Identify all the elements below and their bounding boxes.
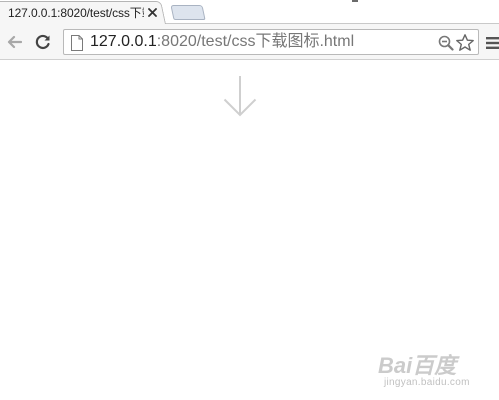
tab-active[interactable]: 127.0.0.1:8020/test/css下载图标.html (0, 1, 166, 24)
reload-button[interactable] (34, 33, 52, 51)
close-icon[interactable] (145, 6, 159, 20)
back-button[interactable] (5, 33, 23, 51)
hamburger-menu-icon[interactable] (486, 36, 499, 50)
toolbar: 127.0.0.1:8020/test/css下载图标.html (0, 24, 499, 60)
tab-strip: 127.0.0.1:8020/test/css下载图标.html (0, 0, 499, 24)
watermark-sub: jingyan.baidu.com (384, 377, 470, 388)
zoom-out-icon[interactable] (438, 35, 454, 51)
arrow-down-download-icon (223, 76, 257, 117)
url-path: :8020/test/css下载图标.html (156, 33, 355, 50)
page-icon (71, 35, 83, 51)
browser-window: 127.0.0.1:8020/test/css下载图标.html (0, 0, 499, 400)
address-bar[interactable]: 127.0.0.1:8020/test/css下载图标.html (63, 29, 479, 55)
arrow-left-icon (7, 35, 22, 49)
window-edge (352, 0, 358, 2)
new-tab-button[interactable] (170, 5, 206, 20)
star-icon[interactable] (455, 33, 475, 53)
reload-icon (35, 34, 50, 50)
tab-title: 127.0.0.1:8020/test/css下载图标.html (8, 6, 144, 20)
url-text[interactable]: 127.0.0.1:8020/test/css下载图标.html (90, 33, 354, 51)
url-host: 127.0.0.1 (90, 33, 157, 50)
baidu-watermark: Bai百度 jingyan.baidu.com (378, 348, 493, 392)
watermark-brand: Bai百度 (378, 353, 457, 378)
